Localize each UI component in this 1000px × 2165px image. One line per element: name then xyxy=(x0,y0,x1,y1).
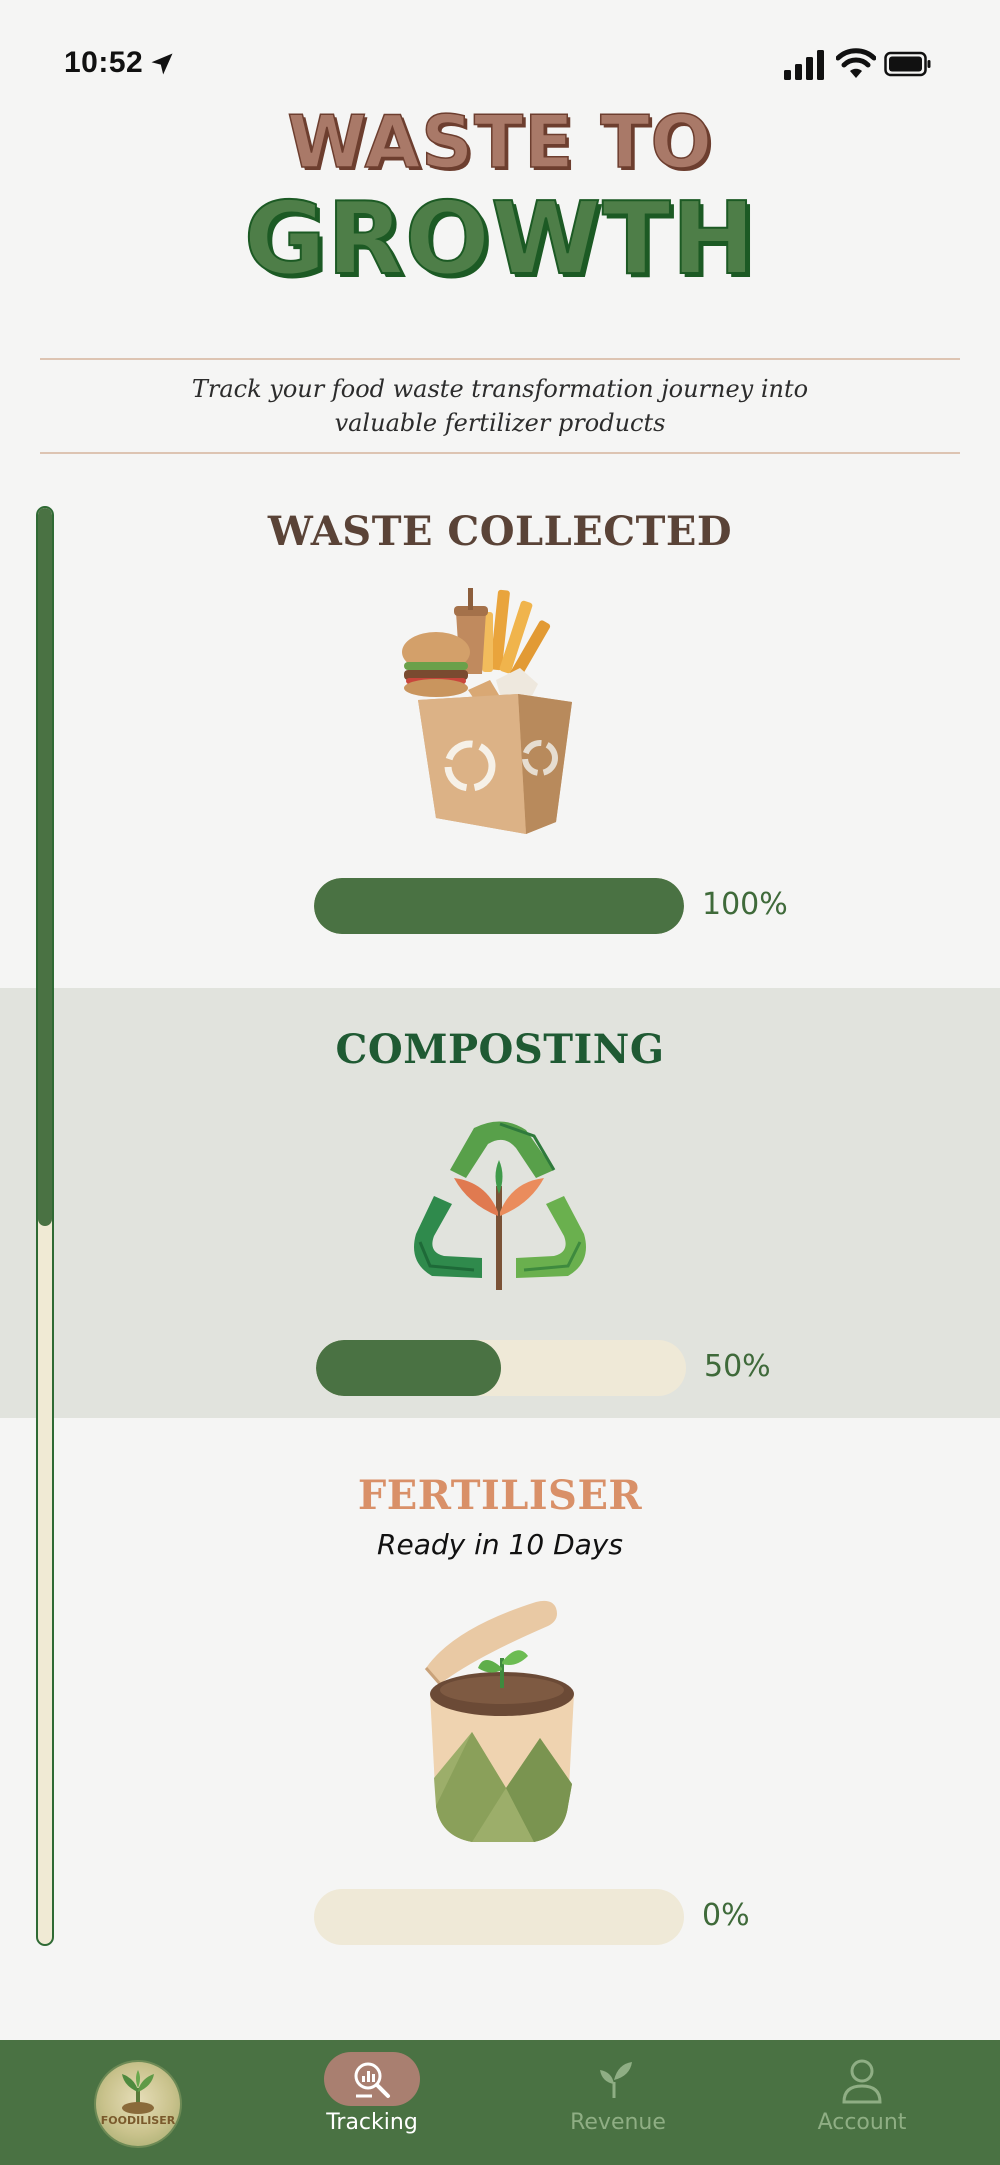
nav-item-account[interactable]: Account xyxy=(782,2110,942,2135)
stage-progress-bar-fertiliser xyxy=(314,1889,684,1945)
tracking-icon[interactable] xyxy=(350,2058,394,2102)
divider-bottom xyxy=(40,452,960,454)
battery-icon xyxy=(884,51,931,77)
status-time: 10:52 xyxy=(64,46,144,79)
divider-top xyxy=(40,358,960,360)
user-icon[interactable] xyxy=(840,2058,884,2104)
title-line-1: WASTE TO xyxy=(287,99,713,185)
cellular-signal-icon xyxy=(784,50,824,80)
location-arrow-icon xyxy=(151,53,173,75)
foodiliser-logo[interactable]: FOODILISER xyxy=(94,2060,182,2148)
sprouting-pot-icon xyxy=(424,1600,574,1842)
nav-item-tracking[interactable]: Tracking xyxy=(292,2110,452,2135)
subtitle-line-2: valuable fertilizer products xyxy=(334,409,666,437)
stage-title-waste-collected: WASTE COLLECTED xyxy=(267,508,733,555)
nav-item-revenue[interactable]: Revenue xyxy=(538,2110,698,2135)
stage-title-composting: COMPOSTING xyxy=(335,1026,665,1073)
stage-progress-bar-waste-collected xyxy=(314,878,684,934)
stage-progress-fill-waste-collected xyxy=(314,878,684,934)
sprout-icon[interactable] xyxy=(594,2058,638,2102)
wifi-icon xyxy=(836,48,876,78)
stage-percent-fertiliser: 0% xyxy=(702,1898,750,1933)
overall-progress-track xyxy=(36,506,54,1946)
plant-logo-icon xyxy=(122,2070,154,2114)
stage-progress-bar-composting xyxy=(316,1340,686,1396)
title-line-2: GROWTH xyxy=(243,179,757,298)
subtitle-line-1: Track your food waste transformation jou… xyxy=(191,375,809,403)
recycle-leaves-icon xyxy=(414,1121,586,1290)
stage-percent-composting: 50% xyxy=(704,1349,771,1384)
stage-progress-fill-composting xyxy=(316,1340,501,1396)
overall-progress-fill xyxy=(38,508,52,1226)
page-subtitle: Track your food waste transformation jou… xyxy=(100,372,900,440)
stage-title-fertiliser: FERTILISER xyxy=(357,1472,643,1519)
logo-text: FOODILISER xyxy=(100,2114,176,2127)
food-waste-box-icon xyxy=(402,588,572,834)
stage-percent-waste-collected: 100% xyxy=(702,887,788,922)
fertiliser-ready-text: Ready in 10 Days xyxy=(377,1528,623,1561)
